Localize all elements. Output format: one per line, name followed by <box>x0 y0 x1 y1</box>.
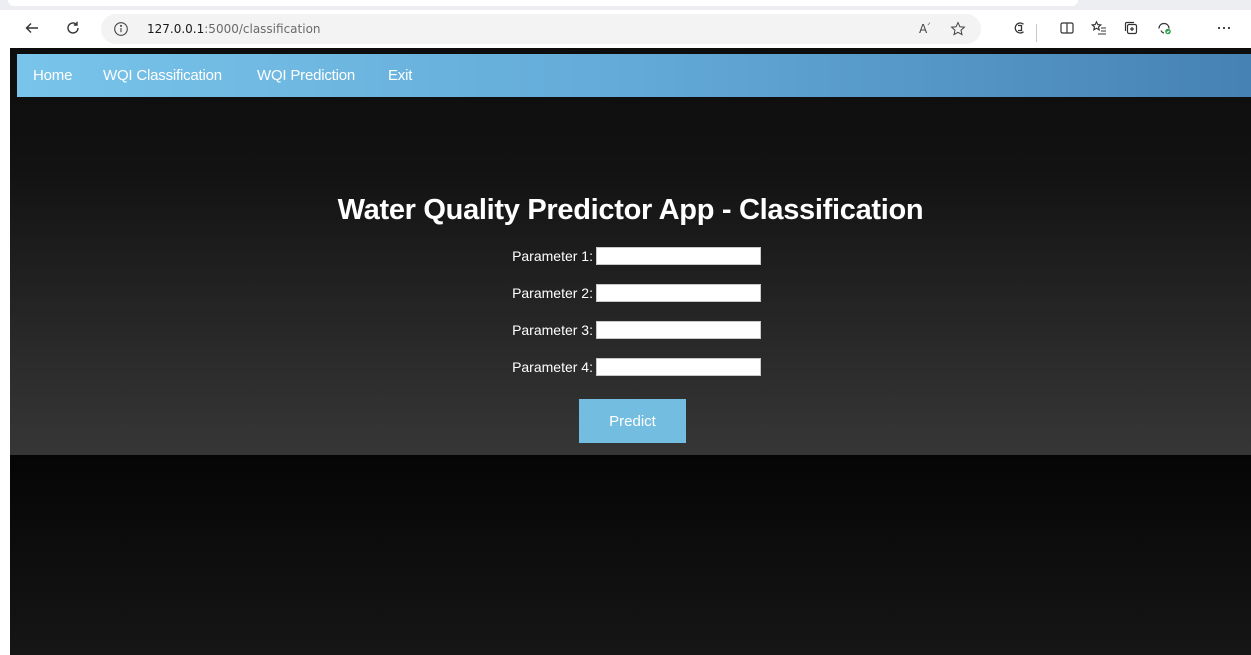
predict-button[interactable]: Predict <box>579 399 686 443</box>
page-title: Water Quality Predictor App - Classifica… <box>337 194 924 226</box>
collections-icon[interactable] <box>1117 14 1145 42</box>
parameter-3-label: Parameter 3: <box>512 322 593 338</box>
refresh-icon[interactable] <box>59 14 87 42</box>
parameter-3-row: Parameter 3: <box>10 321 1251 341</box>
parameter-1-label: Parameter 1: <box>512 248 593 264</box>
address-path: :5000/classification <box>204 22 321 36</box>
nav-exit-link[interactable]: Exit <box>388 67 412 84</box>
parameter-4-input[interactable] <box>596 358 761 376</box>
copilot-icon[interactable] <box>1006 14 1034 42</box>
address-bar[interactable]: 127.0.0.1:5000/classification Aᐟ <box>101 14 981 44</box>
parameter-1-row: Parameter 1: <box>10 247 1251 267</box>
extensions-icon[interactable] <box>1150 14 1178 42</box>
favorites-icon[interactable] <box>1085 14 1113 42</box>
parameter-2-input[interactable] <box>596 284 761 302</box>
parameter-4-row: Parameter 4: <box>10 358 1251 378</box>
nav-wqi-classification-link[interactable]: WQI Classification <box>103 67 222 84</box>
nav-wqi-prediction-link[interactable]: WQI Prediction <box>257 67 355 84</box>
toolbar-separator <box>1036 24 1037 42</box>
page-lower-area <box>10 455 1251 655</box>
browser-toolbar: 127.0.0.1:5000/classification Aᐟ <box>0 10 1251 48</box>
address-host: 127.0.0.1 <box>147 22 205 36</box>
page-viewport: Home WQI Classification WQI Prediction E… <box>10 48 1251 655</box>
nav-home-link[interactable]: Home <box>33 67 72 84</box>
parameter-4-label: Parameter 4: <box>512 359 593 375</box>
read-aloud-icon[interactable]: Aᐟ <box>919 21 931 36</box>
split-screen-icon[interactable] <box>1053 14 1081 42</box>
info-icon[interactable] <box>113 21 129 37</box>
active-tab-edge <box>8 0 1078 6</box>
more-icon[interactable] <box>1210 14 1238 42</box>
navigation-bar: Home WQI Classification WQI Prediction E… <box>17 54 1251 97</box>
back-arrow-icon[interactable] <box>18 14 46 42</box>
parameter-3-input[interactable] <box>596 321 761 339</box>
tab-strip <box>0 0 1251 10</box>
address-url[interactable]: 127.0.0.1:5000/classification <box>147 21 321 37</box>
parameter-1-input[interactable] <box>596 247 761 265</box>
parameter-2-row: Parameter 2: <box>10 284 1251 304</box>
star-icon[interactable] <box>950 21 966 37</box>
parameter-2-label: Parameter 2: <box>512 285 593 301</box>
